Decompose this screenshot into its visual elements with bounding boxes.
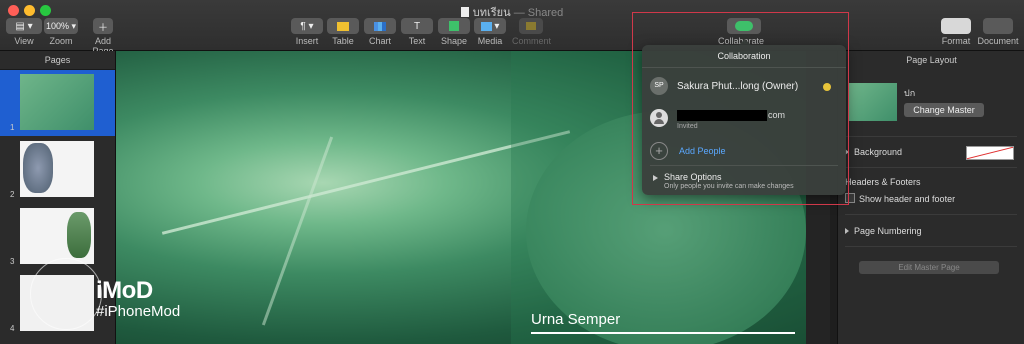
divider [845,214,1017,215]
zoom-control[interactable]: 100% ▾ Zoom [44,18,78,46]
inspector-title: Page Layout [906,55,957,65]
inspector-panel: Page Layout ปก Change Master Background … [837,51,1024,344]
toolbar: บทเรียน — Shared ▤ ▾ View 100% ▾ Zoom ＋ … [0,0,1024,56]
document-icon [460,7,469,17]
paintbrush-icon [941,18,971,34]
watermark-handle: #iPhoneMod [96,303,181,320]
master-thumbnail [849,83,897,121]
show-header-footer-checkbox[interactable]: Show header and footer [845,193,955,204]
page-preview [20,74,94,130]
slide-caption[interactable]: Urna Semper [531,311,620,328]
table-button[interactable]: Table [327,18,359,46]
page-thumbnail-1[interactable]: 1 [0,70,115,136]
leaf-vein [261,136,334,326]
watermark-brand: iMoD [96,277,153,304]
media-icon: ▾ [474,18,506,34]
shape-button[interactable]: Shape [438,18,470,46]
media-button[interactable]: ▾ Media [474,18,506,46]
divider [845,136,1017,137]
succulent-image [23,143,53,193]
page-numbering-row[interactable]: Page Numbering [845,226,922,236]
sidebar-header: Pages [0,51,115,70]
background-row[interactable]: Background [845,147,902,157]
divider [845,167,1017,168]
sidebar-icon: ▤ ▾ [6,18,42,34]
watermark-logo-icon [30,258,102,330]
shape-icon [438,18,470,34]
change-master-button[interactable]: Change Master [904,103,984,117]
page-preview [20,208,94,264]
master-name: ปก [904,88,916,98]
text-button[interactable]: T Text [401,18,433,46]
table-icon [327,18,359,34]
highlight-frame [632,12,849,205]
plus-icon: ＋ [93,18,113,34]
comment-button[interactable]: Comment [512,18,551,46]
divider [845,246,1017,247]
comment-icon [519,18,543,34]
leaf-vein [161,130,571,235]
edit-master-page-button[interactable]: Edit Master Page [859,261,999,274]
disclosure-triangle-icon [845,228,849,234]
paragraph-icon: ¶ ▾ [291,18,323,34]
insert-button[interactable]: ¶ ▾ Insert [291,18,323,46]
page-preview [20,141,94,197]
chart-icon [364,18,396,34]
text-icon: T [401,18,433,34]
page-thumbnail-2[interactable]: 2 [0,137,115,203]
document-button[interactable]: Document [976,18,1020,46]
background-color-well[interactable] [966,146,1014,160]
chart-button[interactable]: Chart [364,18,396,46]
caption-underline [531,332,795,334]
document-panel-icon [983,18,1013,34]
format-button[interactable]: Format [939,18,973,46]
zoom-value[interactable]: 100% ▾ [44,18,78,34]
headers-footers-heading: Headers & Footers [845,177,921,187]
view-button[interactable]: ▤ ▾ View [6,18,42,46]
leaves-image [67,212,91,258]
